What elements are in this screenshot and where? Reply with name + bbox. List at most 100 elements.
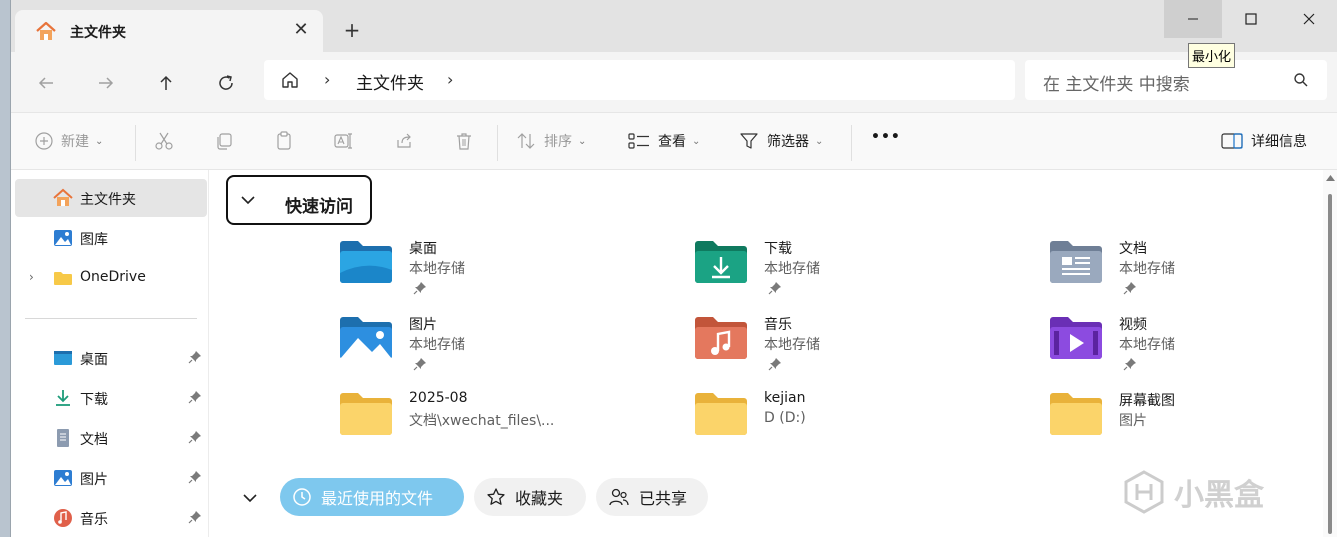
sidebar-item-documents[interactable]: 文档 bbox=[15, 419, 207, 457]
sidebar-item-desktop[interactable]: 桌面 bbox=[15, 339, 207, 377]
quick-access-item-music[interactable]: 音乐 本地存储 bbox=[693, 314, 993, 384]
copy-button[interactable] bbox=[214, 131, 234, 151]
scissors-icon bbox=[155, 132, 173, 150]
search-input[interactable]: 在 主文件夹 中搜索 bbox=[1043, 70, 1190, 95]
sidebar-item-pictures[interactable]: 图片 bbox=[15, 459, 207, 497]
quick-access-item-2025-08[interactable]: 2025-08 文档\xwechat_files\... bbox=[338, 390, 638, 460]
details-pane-button[interactable]: 详细信息 bbox=[1221, 131, 1307, 151]
home-icon bbox=[36, 21, 56, 40]
quick-access-item-videos[interactable]: 视频 本地存储 bbox=[1048, 314, 1337, 384]
scrollbar-thumb[interactable] bbox=[1328, 194, 1332, 534]
rename-button[interactable] bbox=[334, 131, 354, 151]
navigation-bar: › 主文件夹 › 在 主文件夹 中搜索 bbox=[11, 52, 1337, 112]
item-location: 本地存储 bbox=[409, 337, 465, 353]
more-options-button[interactable]: ••• bbox=[871, 129, 901, 145]
expand-chevron-icon[interactable]: › bbox=[29, 270, 34, 284]
sidebar-item-home[interactable]: 主文件夹 bbox=[15, 179, 207, 217]
search-box[interactable]: 在 主文件夹 中搜索 bbox=[1025, 60, 1327, 100]
view-label: 查看 bbox=[658, 134, 686, 150]
breadcrumb-chevron-icon[interactable]: › bbox=[447, 70, 453, 89]
breadcrumb-chevron-icon[interactable]: › bbox=[324, 70, 330, 89]
sidebar-item-label: 图库 bbox=[80, 232, 108, 248]
title-bar: 主文件夹 ✕ + 最小化 bbox=[11, 0, 1337, 68]
filter-button[interactable]: 筛选器 ⌄ bbox=[739, 131, 823, 151]
desktop-folder-icon bbox=[340, 241, 392, 283]
pin-icon[interactable] bbox=[188, 430, 202, 444]
plus-circle-icon bbox=[35, 132, 53, 150]
forward-button[interactable] bbox=[91, 68, 121, 98]
star-icon bbox=[486, 487, 506, 507]
share-button[interactable] bbox=[394, 131, 414, 151]
tab-favorites[interactable]: 收藏夹 bbox=[474, 478, 586, 516]
delete-button[interactable] bbox=[454, 131, 474, 151]
pin-icon[interactable] bbox=[188, 510, 202, 524]
minimize-button[interactable] bbox=[1164, 0, 1222, 38]
sort-label: 排序 bbox=[544, 134, 572, 150]
item-location: 本地存储 bbox=[1119, 337, 1175, 353]
scroll-up-icon[interactable] bbox=[1326, 174, 1335, 182]
sidebar-item-music[interactable]: 音乐 bbox=[15, 499, 207, 537]
new-button[interactable]: 新建 ⌄ bbox=[35, 131, 103, 151]
chevron-down-icon: ⌄ bbox=[95, 135, 104, 147]
pin-icon[interactable] bbox=[188, 350, 202, 364]
clipboard-icon bbox=[277, 131, 291, 150]
up-button[interactable] bbox=[151, 68, 181, 98]
trash-icon bbox=[457, 133, 471, 150]
quick-access-item-downloads[interactable]: 下载 本地存储 bbox=[693, 238, 993, 308]
sidebar-item-label: 文档 bbox=[80, 432, 108, 448]
new-label: 新建 bbox=[61, 134, 89, 150]
sort-button[interactable]: 排序 ⌄ bbox=[516, 131, 586, 151]
quick-access-item-screenshots[interactable]: 屏幕截图 图片 bbox=[1048, 390, 1337, 460]
sidebar-item-label: 图片 bbox=[80, 472, 108, 488]
pin-icon[interactable] bbox=[188, 390, 202, 404]
folder-icon bbox=[340, 393, 392, 435]
chevron-down-icon[interactable] bbox=[242, 490, 258, 506]
tab-shared[interactable]: 已共享 bbox=[596, 478, 708, 516]
back-button[interactable] bbox=[31, 68, 61, 98]
document-icon bbox=[57, 429, 69, 447]
pictures-folder-icon bbox=[340, 317, 392, 359]
sidebar-item-onedrive[interactable]: › OneDrive bbox=[15, 259, 207, 297]
new-tab-button[interactable]: + bbox=[341, 19, 363, 41]
people-icon bbox=[608, 487, 630, 507]
quick-access-header[interactable]: 快速访问 bbox=[226, 175, 372, 225]
sidebar-item-downloads[interactable]: 下载 bbox=[15, 379, 207, 417]
pin-icon bbox=[413, 282, 426, 295]
refresh-icon bbox=[219, 75, 233, 90]
item-name: 文档 bbox=[1119, 241, 1147, 257]
item-name: 视频 bbox=[1119, 317, 1147, 333]
address-bar[interactable]: › 主文件夹 › bbox=[264, 60, 1015, 100]
pictures-icon bbox=[54, 470, 72, 486]
rename-icon bbox=[334, 133, 352, 149]
close-button[interactable] bbox=[1280, 0, 1337, 38]
sidebar-item-label: 主文件夹 bbox=[80, 192, 136, 208]
pin-icon[interactable] bbox=[188, 470, 202, 484]
videos-folder-icon bbox=[1050, 317, 1102, 359]
refresh-button[interactable] bbox=[211, 68, 241, 98]
tab-home[interactable]: 主文件夹 ✕ bbox=[15, 10, 323, 52]
arrow-up-icon bbox=[160, 75, 172, 90]
paste-button[interactable] bbox=[274, 131, 294, 151]
quick-access-item-kejian[interactable]: kejian D (D:) bbox=[693, 390, 993, 460]
quick-access-item-pictures[interactable]: 图片 本地存储 bbox=[338, 314, 638, 384]
view-button[interactable]: 查看 ⌄ bbox=[628, 131, 700, 151]
details-pane-icon bbox=[1221, 133, 1243, 149]
sidebar-item-gallery[interactable]: 图库 bbox=[15, 219, 207, 257]
folder-icon bbox=[1050, 393, 1102, 435]
cut-button[interactable] bbox=[154, 131, 174, 151]
maximize-button[interactable] bbox=[1222, 0, 1280, 38]
chevron-down-icon: ⌄ bbox=[578, 135, 587, 147]
breadcrumb-home[interactable]: 主文件夹 bbox=[356, 69, 424, 94]
item-name: 桌面 bbox=[409, 241, 437, 257]
tab-recent-files[interactable]: 最近使用的文件 bbox=[280, 478, 464, 516]
share-icon bbox=[397, 133, 411, 148]
quick-access-item-documents[interactable]: 文档 本地存储 bbox=[1048, 238, 1337, 308]
tab-close-button[interactable]: ✕ bbox=[291, 20, 311, 40]
search-icon bbox=[1294, 73, 1308, 87]
vertical-scrollbar[interactable] bbox=[1323, 170, 1337, 537]
home-icon bbox=[53, 188, 73, 206]
quick-access-item-desktop[interactable]: 桌面 本地存储 bbox=[338, 238, 638, 308]
music-icon bbox=[54, 509, 72, 527]
sidebar-divider bbox=[25, 318, 197, 319]
item-location: 图片 bbox=[1119, 413, 1147, 429]
